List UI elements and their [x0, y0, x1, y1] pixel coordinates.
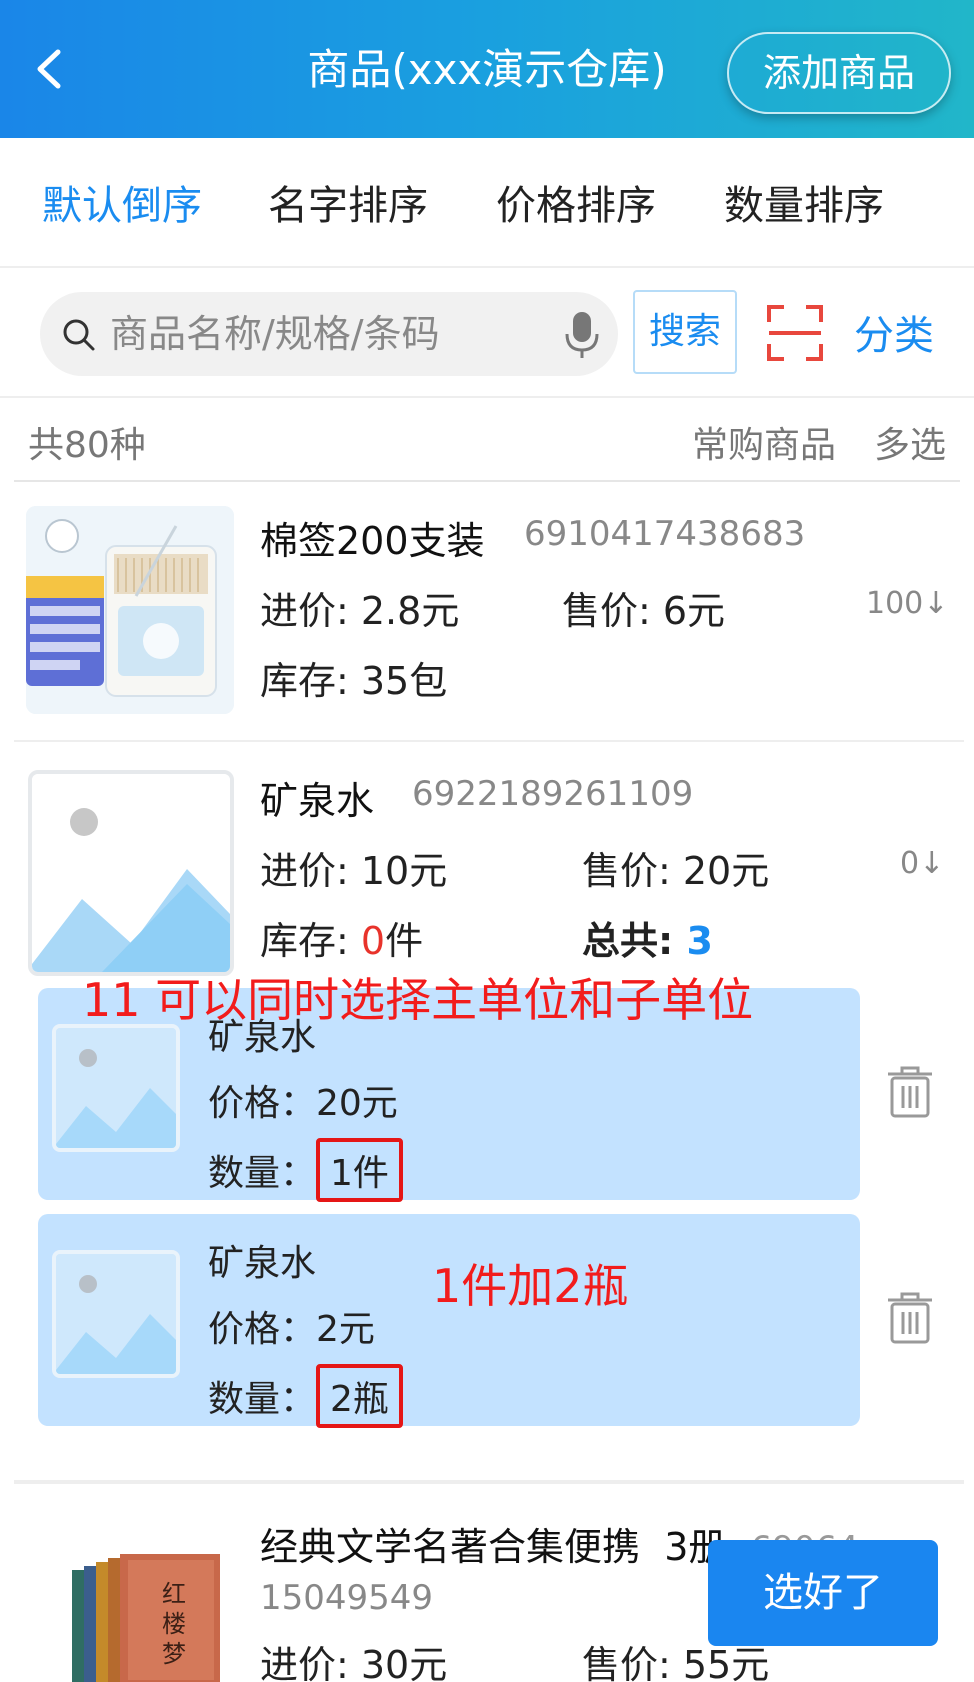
sub-unit-card[interactable]: 矿泉水 价格：2元 数量： 2瓶: [38, 1214, 860, 1428]
multi-select-button[interactable]: 多选: [874, 416, 946, 468]
cost-price: 进价: 10元: [260, 849, 448, 893]
svg-text:红: 红: [162, 1580, 186, 1608]
stock-unit: 件: [385, 919, 424, 963]
total-selected: 总共: 3: [582, 910, 713, 965]
annotation-main: 11 可以同时选择主单位和子单位: [82, 973, 754, 1027]
trash-icon[interactable]: [886, 1066, 934, 1118]
search-row: 搜索 分类: [0, 268, 974, 398]
sale-price: 售价: 20元: [582, 849, 770, 893]
stock: 库存: 0件: [260, 910, 423, 965]
search-box: [40, 292, 618, 376]
search-button[interactable]: 搜索: [633, 290, 737, 374]
product-barcode: 6922189261109: [412, 774, 694, 814]
done-button[interactable]: 选好了: [708, 1540, 938, 1646]
stock-value: 0: [360, 919, 386, 963]
trash-icon[interactable]: [886, 1292, 934, 1344]
sub-unit-image: [52, 1250, 180, 1378]
annotation-combo: 1件加2瓶: [432, 1259, 629, 1313]
sub-unit-image: [52, 1024, 180, 1152]
tab-default-desc[interactable]: 默认倒序: [42, 178, 202, 234]
sub-unit-quantity: 数量： 2瓶: [208, 1364, 403, 1428]
svg-text:楼: 楼: [162, 1610, 186, 1638]
total-value: 3: [686, 919, 713, 963]
image-placeholder-icon: [56, 1028, 176, 1148]
total-count: 共80种: [28, 425, 146, 466]
quantity-label: 数量：: [208, 1379, 317, 1420]
stock: 库存: 35包: [260, 659, 448, 703]
app-header: 商品(xxx演示仓库) 添加商品: [0, 0, 974, 138]
book-set-image: 红 楼 梦: [54, 1540, 224, 1682]
search-input[interactable]: [110, 304, 550, 364]
cotton-swab-image: [26, 506, 234, 714]
microphone-icon[interactable]: [562, 310, 602, 360]
tab-sort-price[interactable]: 价格排序: [496, 178, 656, 234]
category-button[interactable]: 分类: [854, 308, 934, 364]
tab-sort-quantity[interactable]: 数量排序: [724, 178, 884, 234]
product-item[interactable]: 棉签200支装 6910417438683 进价: 2.8元 售价: 6元 10…: [14, 482, 964, 742]
svg-text:梦: 梦: [162, 1640, 186, 1668]
sub-unit-quantity: 数量： 1件: [208, 1138, 403, 1202]
sale-price: 售价: 6元: [562, 589, 726, 633]
product-image: 红 楼 梦: [54, 1540, 224, 1682]
total-label: 总共:: [582, 919, 687, 963]
cost-price: 进价: 30元: [260, 1643, 448, 1682]
quantity-value[interactable]: 2瓶: [316, 1364, 403, 1428]
product-name-text: 经典文学名著合集便携: [260, 1525, 641, 1569]
tab-sort-name[interactable]: 名字排序: [268, 178, 428, 234]
sort-bar: 默认倒序 名字排序 价格排序 数量排序: [0, 138, 974, 268]
image-placeholder-icon: [56, 1254, 176, 1374]
side-quantity[interactable]: 100↓: [866, 586, 948, 621]
add-product-button[interactable]: 添加商品: [727, 32, 951, 114]
side-quantity[interactable]: 0↓: [900, 846, 944, 881]
cost-price: 进价: 2.8元: [260, 589, 460, 633]
stock-label: 库存:: [260, 919, 361, 963]
product-barcode: 6910417438683: [524, 514, 806, 554]
product-name: 棉签200支装: [260, 519, 485, 563]
sub-unit-price: 价格：20元: [208, 1083, 398, 1124]
sub-unit-price: 价格：2元: [208, 1309, 375, 1350]
scan-icon[interactable]: [766, 304, 824, 362]
product-name: 矿泉水: [260, 779, 375, 823]
quantity-label: 数量：: [208, 1153, 317, 1194]
search-icon: [63, 319, 95, 351]
product-image-placeholder: [28, 770, 234, 976]
quantity-value[interactable]: 1件: [316, 1138, 403, 1202]
product-barcode: 15049549: [260, 1578, 434, 1618]
product-image: [26, 506, 234, 714]
sub-unit-name: 矿泉水: [208, 1243, 317, 1284]
image-placeholder-icon: [32, 774, 230, 972]
frequent-products-button[interactable]: 常购商品: [692, 416, 836, 468]
summary-row: 共80种 常购商品 多选: [14, 398, 960, 482]
